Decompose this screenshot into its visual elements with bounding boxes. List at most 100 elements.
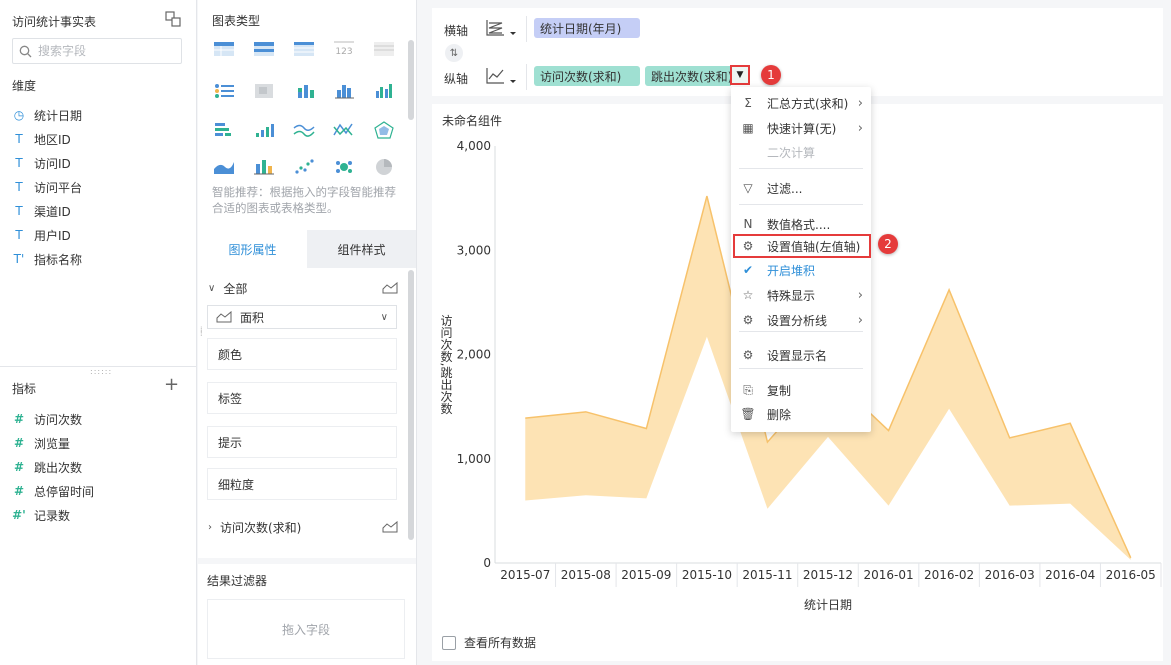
add-measure-button[interactable]: + [164, 376, 179, 394]
measure-field-label: 访问次数 [34, 412, 83, 427]
color-property[interactable]: 颜色 [207, 338, 397, 370]
tab-graphic-properties[interactable]: 图形属性 [198, 230, 307, 268]
dimension-field-item[interactable]: ◷ 统计日期 [12, 103, 192, 127]
menu-item[interactable]: ⚙ 设置分析线 › [731, 308, 871, 332]
chevron-down-icon: ∨ [208, 282, 216, 294]
line-chart-icon[interactable] [290, 119, 318, 141]
dimension-field-label: 地区ID [34, 132, 71, 147]
scatter-chart-icon[interactable] [290, 156, 318, 178]
dimension-field-item[interactable]: T 地区ID [12, 127, 192, 151]
menu-item[interactable]: N 数值格式.... [731, 212, 871, 236]
menu-item-label: 快速计算(无) [767, 121, 837, 136]
y-axis-field-pill-bounces[interactable]: 跳出次数(求和) [645, 66, 731, 86]
dimension-field-item[interactable]: T 用户ID [12, 223, 192, 247]
measure-section-label: 指标 [12, 382, 37, 396]
table-chart-icon[interactable] [210, 37, 238, 59]
swap-axes-button[interactable]: ⇅ [445, 44, 463, 62]
kpi-number-icon[interactable]: 123 [330, 37, 358, 59]
trash-icon: 🗑 [740, 407, 756, 421]
panel-drag-handle[interactable]: ⁞ ⁞ [200, 326, 203, 338]
menu-item[interactable]: ☆ 特殊显示 › [731, 283, 871, 307]
axis-divider [526, 64, 527, 90]
dimension-section-label: 维度 [12, 79, 37, 93]
number-type-icon: # [13, 412, 25, 426]
menu-item[interactable]: ⚙ 设置显示名 [731, 343, 871, 367]
property-scrollbar[interactable] [408, 270, 414, 540]
cross-table-icon[interactable] [290, 37, 318, 59]
scatter-bar-icon[interactable] [250, 119, 278, 141]
menu-item[interactable]: Σ 汇总方式(求和) › [731, 91, 871, 115]
menu-separator [739, 368, 863, 369]
menu-item-label: 设置显示名 [767, 348, 828, 363]
x-tick-label: 2015-08 [561, 568, 611, 582]
dimension-field-item[interactable]: T 访问平台 [12, 175, 192, 199]
x-axis-chart-type-icon[interactable] [484, 17, 518, 39]
filter-drop-zone[interactable]: 拖入字段 [207, 599, 405, 659]
stacked-column-icon[interactable] [290, 80, 318, 102]
chart-type-select[interactable]: 面积 ∨ [207, 305, 397, 329]
label-property[interactable]: 标签 [207, 382, 397, 414]
measure-field-item[interactable]: # 访问次数 [12, 407, 192, 431]
measure-property-row[interactable]: › 访问次数(求和) [208, 518, 398, 536]
measure-field-item[interactable]: # 跳出次数 [12, 455, 192, 479]
view-all-checkbox[interactable] [442, 635, 456, 650]
property-tabs: 图形属性 组件样式 [198, 230, 416, 268]
menu-item-label: 汇总方式(求和) [767, 96, 849, 111]
menu-separator [739, 331, 863, 332]
check-icon: ✔ [742, 263, 754, 277]
tooltip-property[interactable]: 提示 [207, 426, 397, 458]
radar-chart-icon[interactable] [370, 119, 398, 141]
detail-table-icon[interactable] [370, 37, 398, 59]
map-chart-icon[interactable] [250, 80, 278, 102]
y-axis-chart-type-icon[interactable] [484, 65, 518, 87]
gear-icon: ⚙ [742, 348, 754, 362]
dimension-field-label: 访问平台 [34, 180, 83, 195]
dimension-field-item[interactable]: T 访问ID [12, 151, 192, 175]
measure-field-item[interactable]: #' 记录数 [12, 503, 192, 527]
dimension-field-label: 指标名称 [34, 252, 83, 267]
menu-item-label: 过滤... [767, 181, 803, 196]
area-chart-icon[interactable] [210, 156, 238, 178]
menu-item[interactable]: ✔ 开启堆积 [731, 258, 871, 282]
y-axis-field-pill-visits[interactable]: 访问次数(求和) [534, 66, 640, 86]
x-tick-label: 2015-07 [500, 568, 550, 582]
dimension-field-item[interactable]: T' 指标名称 [12, 247, 192, 271]
bubble-chart-icon[interactable] [330, 156, 358, 178]
pill-dropdown-button[interactable]: ▼ [730, 65, 750, 85]
x-tick-label: 2015-12 [803, 568, 853, 582]
grouped-column-icon[interactable] [370, 80, 398, 102]
dimension-field-item[interactable]: T 渠道ID [12, 199, 192, 223]
measure-field-item[interactable]: # 浏览量 [12, 431, 192, 455]
x-axis-title: 统计日期 [804, 598, 852, 612]
sigma-icon: Σ [744, 96, 752, 110]
tab-component-style[interactable]: 组件样式 [307, 230, 416, 268]
number-type-icon: # [13, 436, 25, 450]
x-tick-label: 2015-09 [621, 568, 671, 582]
pie-chart-icon[interactable] [370, 156, 398, 178]
granularity-property[interactable]: 细粒度 [207, 468, 397, 500]
x-tick-label: 2015-11 [742, 568, 792, 582]
search-field[interactable] [12, 38, 182, 64]
group-table-icon[interactable] [250, 37, 278, 59]
radar-line-icon[interactable] [330, 119, 358, 141]
menu-item-label: 复制 [767, 383, 792, 398]
menu-item[interactable]: 🗑 删除 [731, 402, 871, 426]
measure-field-item[interactable]: # 总停留时间 [12, 479, 192, 503]
text-type-icon: T [15, 180, 23, 194]
menu-item[interactable]: ▦ 快速计算(无) › [731, 116, 871, 140]
search-input[interactable] [38, 44, 168, 58]
bar-chart-icon[interactable] [210, 119, 238, 141]
panel-resizer[interactable]: :::::: [0, 366, 197, 376]
column-chart-icon[interactable] [330, 80, 358, 102]
list-chart-icon[interactable] [210, 80, 238, 102]
view-all-data-toggle[interactable]: 查看所有数据 [442, 634, 536, 651]
combo-chart-icon[interactable] [250, 156, 278, 178]
menu-item[interactable]: ▽ 过滤... [731, 176, 871, 200]
quick-calc-icon: ▦ [742, 121, 754, 135]
menu-item[interactable]: ⎘ 复制 [731, 378, 871, 402]
chart-type-scrollbar[interactable] [408, 40, 414, 120]
all-measures-row[interactable]: ∨ 全部 [208, 279, 398, 297]
x-axis-field-pill[interactable]: 统计日期(年月) [534, 18, 640, 38]
switch-dataset-icon[interactable] [165, 11, 181, 27]
search-icon [19, 45, 32, 57]
